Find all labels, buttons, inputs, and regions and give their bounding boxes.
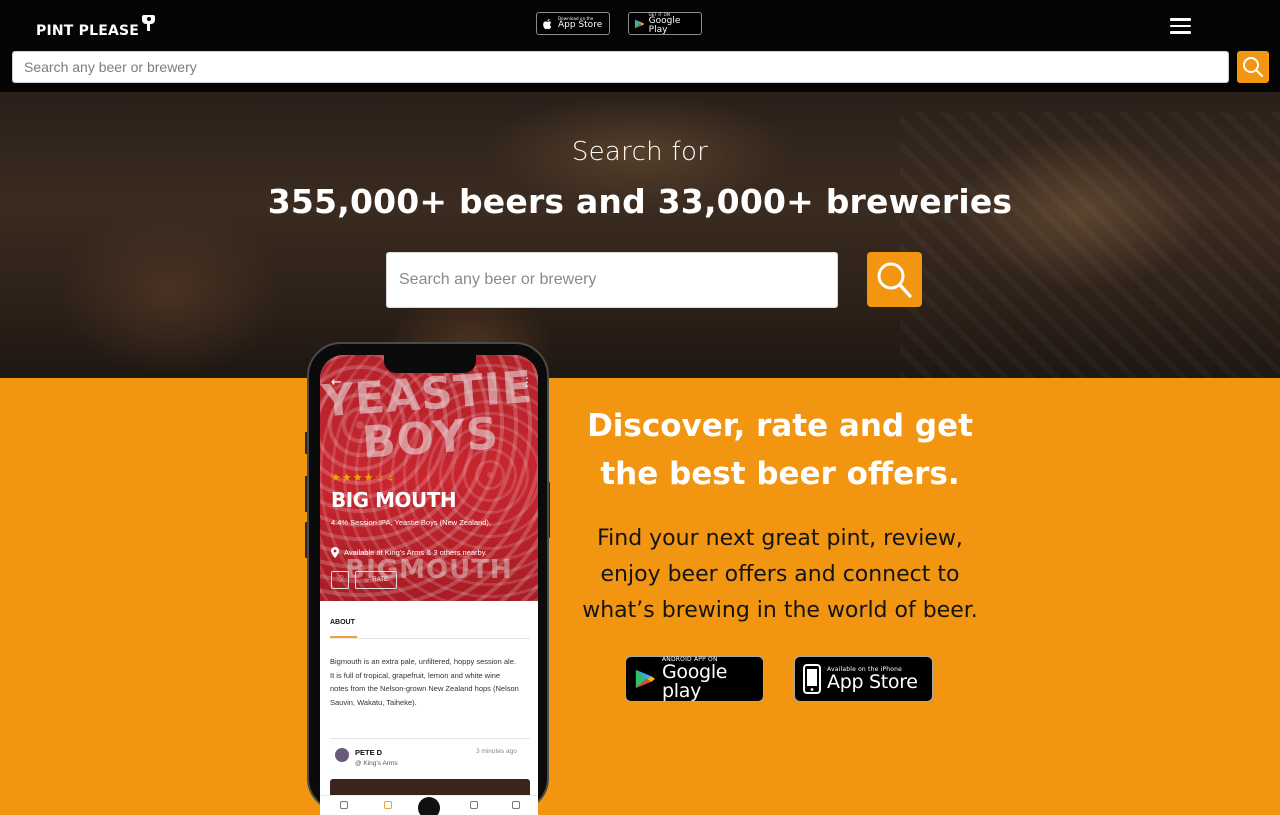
brand-overlay-bottom: BIGMOUTH: [345, 555, 513, 585]
hamburger-menu-icon[interactable]: [1166, 13, 1194, 39]
back-arrow-icon[interactable]: ←: [331, 375, 342, 390]
app-store-button[interactable]: Available on the iPhone App Store: [794, 656, 933, 702]
beer-description: Bigmouth is an extra pale, unfiltered, h…: [330, 657, 519, 707]
divider: [330, 738, 530, 739]
rate-button[interactable]: ☆ RATE: [355, 571, 397, 589]
more-options-icon[interactable]: ⋮: [521, 375, 533, 389]
location-pin-icon: [331, 547, 339, 558]
review-time: 3 minutes ago: [476, 748, 517, 755]
promo-title-line-2: the best beer offers.: [600, 456, 960, 492]
tab-about[interactable]: ABOUT: [330, 619, 355, 626]
avatar[interactable]: [335, 748, 349, 762]
availability-text: Available at King’s Arms & 3 others near…: [344, 548, 487, 557]
heart-icon[interactable]: ♡: [331, 571, 349, 589]
tab-icon-home[interactable]: [340, 801, 348, 809]
hero-search-input[interactable]: [386, 252, 838, 308]
promo-text: Find your next great pint, review, enjoy…: [570, 521, 990, 629]
promo-text-line-1: Find your next great pint, review,: [597, 526, 963, 551]
hero-banner: Search for 355,000+ beers and 33,000+ br…: [0, 92, 1280, 378]
brand-overlay-top: YEASTIE BOYS: [320, 361, 535, 469]
promo-title-line-1: Discover, rate and get: [587, 408, 973, 444]
google-play-button[interactable]: ANDROID APP ON Google play: [625, 656, 764, 702]
phone-notch: [384, 355, 476, 373]
divider: [330, 638, 530, 639]
logo-text: PINT PLEASE: [36, 23, 140, 39]
pint-glass-logo-icon: [142, 15, 156, 31]
beer-name: BIG MOUTH: [331, 488, 457, 512]
promo-text-line-2: enjoy beer offers and connect to: [600, 562, 960, 587]
beer-meta: 4.4% Session IPA, Yeastie Boys (New Zeal…: [331, 518, 491, 527]
app-store-badge[interactable]: Download on the App Store: [536, 12, 610, 35]
hero-title: 355,000+ beers and 33,000+ breweries: [267, 182, 1013, 221]
rating-stars: ★★★★☆ 4: [331, 471, 394, 484]
star-outline-icon: ☆: [364, 577, 370, 584]
google-play-badge-big: Google Play: [648, 15, 681, 35]
pint-please-logo[interactable]: PINT PLEASE: [36, 10, 156, 40]
promo-title: Discover, rate and get the best beer off…: [560, 402, 1000, 498]
search-icon: [1243, 57, 1264, 78]
phone-mockup: YEASTIE BOYS BIGMOUTH ← ⋮ ★★★★☆ 4 BIG MOU…: [307, 342, 549, 815]
google-play-icon: [635, 669, 656, 689]
tab-icon-beer[interactable]: [384, 801, 392, 809]
phone-tab-bar: [320, 795, 538, 815]
hero-subtitle: Search for: [571, 137, 709, 167]
review-user[interactable]: PETE D: [355, 748, 382, 757]
header-search-input[interactable]: [12, 51, 1229, 83]
app-store-badge-big: App Store: [558, 20, 603, 30]
top-navbar: PINT PLEASE Download on the App Store GE…: [0, 0, 1280, 92]
search-icon: [877, 262, 912, 298]
header-search-button[interactable]: [1237, 51, 1269, 83]
iphone-icon: [803, 664, 821, 694]
review-location: @ King’s Arms: [355, 760, 398, 767]
hero-search-button[interactable]: [867, 252, 922, 307]
tab-icon-profile[interactable]: [512, 801, 520, 809]
app-store-button-big: App Store: [827, 670, 918, 693]
rate-label: RATE: [372, 577, 388, 583]
google-play-icon: [634, 19, 645, 28]
rating-value: 4: [387, 474, 394, 483]
google-play-button-big: Google play: [661, 661, 728, 702]
google-play-badge[interactable]: GET IT ON Google Play: [628, 12, 702, 35]
promo-text-line-3: what’s brewing in the world of beer.: [582, 598, 978, 623]
availability-row[interactable]: Available at King’s Arms & 3 others near…: [331, 547, 487, 558]
phone-screen: YEASTIE BOYS BIGMOUTH ← ⋮ ★★★★☆ 4 BIG MOU…: [320, 355, 538, 815]
apple-icon: [543, 18, 552, 29]
beer-label-image: YEASTIE BOYS BIGMOUTH ← ⋮ ★★★★☆ 4 BIG MOU…: [320, 355, 538, 601]
tab-icon-location[interactable]: [470, 801, 478, 809]
